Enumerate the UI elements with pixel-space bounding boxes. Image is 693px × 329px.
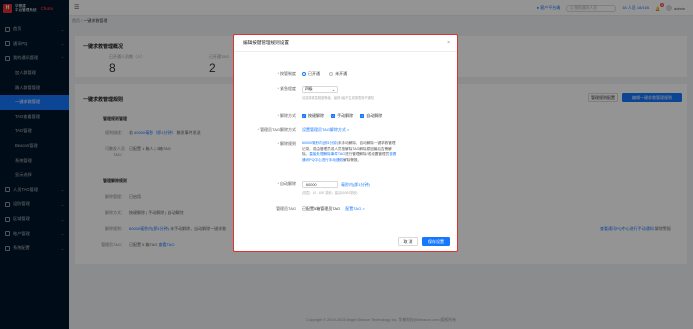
checkbox-auto-release[interactable]: ✓ 自动解除 — [360, 113, 382, 119]
checkbox-manual-release[interactable]: ✓ 手动解除 — [331, 113, 353, 119]
field-level: *紧急程度 四级 ⌄ 请选择紧急程度等级，级别1级不生成报表则不通知 — [234, 86, 459, 100]
release-label: *解除方式 — [277, 113, 296, 118]
cancel-button[interactable]: 取 消 — [398, 237, 418, 246]
field-rule: *解除规则 60000毫秒内(即1分钟)未手动解除，自动解除一键求救管理记录。或… — [234, 141, 459, 163]
auto-label: *自动解除 — [277, 181, 296, 186]
edit-rules-modal: 编辑按键管理规则设置 × *按管制度 已开通 未开通 *紧急程度 四级 ⌄ 请选择… — [233, 34, 458, 252]
chevron-down-icon: ⌄ — [331, 88, 335, 92]
admin-tag-label: 管理员TAG — [276, 206, 296, 211]
manage-label: *按管制度 — [277, 71, 296, 76]
field-release-method: *解除方式 ✓ 按键解除 ✓ 手动解除 ✓ 自动解除 — [234, 113, 459, 119]
manage-radios: 已开通 未开通 — [302, 71, 459, 77]
rule-description: 60000毫秒内(即1分钟)未手动解除，自动解除一键求救管理记录。或由管理员或人… — [302, 141, 397, 162]
modal-title: 编辑按键管理规则设置 — [243, 40, 289, 45]
modal-header: 编辑按键管理规则设置 × — [234, 35, 457, 52]
auto-release-input[interactable]: 60000 — [302, 181, 338, 188]
modal-footer: 取 消 保存设置 — [398, 237, 450, 246]
rule-tag-link[interactable]: 直接处理解除事件TAG — [309, 152, 345, 156]
save-button[interactable]: 保存设置 — [422, 237, 450, 246]
field-tag-release: *管理员TAG解除方式 设置管理员TAG解除方式 > — [234, 127, 459, 133]
close-icon[interactable]: × — [447, 40, 450, 46]
tag-release-link[interactable]: 设置管理员TAG解除方式 > — [302, 127, 349, 132]
field-manage: *按管制度 已开通 未开通 — [234, 71, 459, 77]
auto-time-link[interactable]: 毫秒内(即1分钟) — [341, 182, 370, 188]
level-hint: 请选择紧急程度等级，级别1级不生成报表则不通知 — [302, 96, 374, 100]
auto-hint: (范围：10 - 600 毫秒；建议60000毫秒) — [302, 191, 358, 195]
field-admin-tag: 管理员TAG 已配置5箱管理员TAG 配置TAG > — [234, 206, 459, 212]
checkbox-key-release[interactable]: ✓ 按键解除 — [302, 113, 324, 119]
rule-label: *解除规则 — [277, 141, 296, 146]
config-tag-link[interactable]: 配置TAG > — [345, 206, 364, 211]
field-auto-release: *自动解除 60000 毫秒内(即1分钟) (范围：10 - 600 毫秒；建议… — [234, 181, 459, 195]
rule-time-link[interactable]: 60000毫秒内(即1分钟) — [302, 141, 338, 145]
admin-tag-value: 已配置5箱管理员TAG — [302, 206, 341, 211]
level-label: *紧急程度 — [277, 86, 296, 91]
level-select[interactable]: 四级 ⌄ — [302, 86, 338, 93]
radio-enabled[interactable]: 已开通 — [302, 71, 320, 77]
tag-release-label: *管理员TAG解除方式 — [257, 127, 297, 132]
radio-disabled[interactable]: 未开通 — [329, 71, 347, 77]
